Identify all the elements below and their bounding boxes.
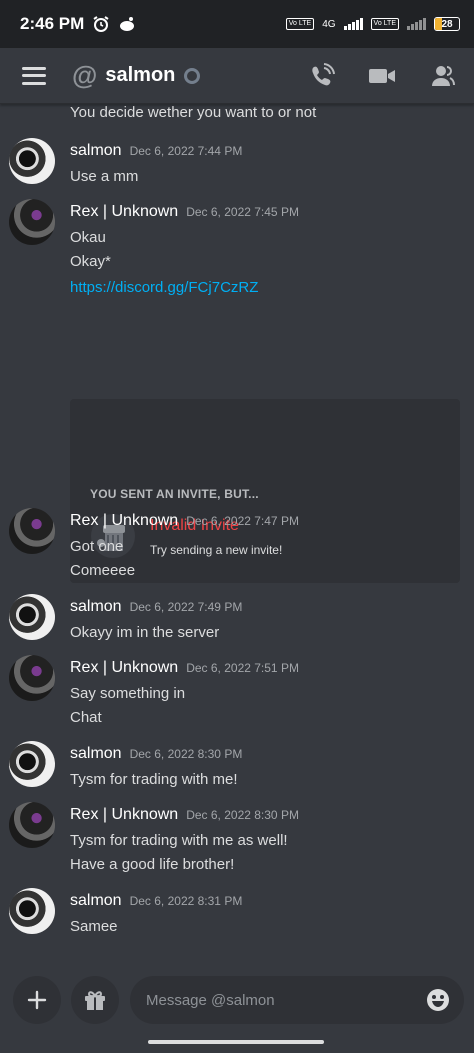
- avatar[interactable]: [9, 199, 55, 245]
- message-text: Comeeee: [70, 562, 136, 579]
- gift-icon: [85, 991, 105, 1010]
- message-text: Okayy im in the server: [70, 624, 220, 641]
- offline-status-icon: [184, 67, 201, 84]
- message-timestamp: Dec 6, 2022 8:30 PM: [129, 747, 243, 761]
- menu-icon[interactable]: [22, 66, 46, 85]
- message-text: Okau: [70, 229, 106, 246]
- author-name[interactable]: salmon: [70, 598, 122, 616]
- message-list[interactable]: You decide wether you want to or not sal…: [0, 104, 474, 968]
- author-name[interactable]: Rex | Unknown: [70, 203, 178, 221]
- battery-icon: 28: [434, 17, 460, 31]
- network-type: 4G: [322, 18, 336, 30]
- status-time: 2:46 PM: [20, 14, 85, 33]
- message-timestamp: Dec 6, 2022 7:49 PM: [129, 600, 243, 614]
- alarm-icon: [93, 16, 109, 32]
- author-name[interactable]: salmon: [70, 892, 122, 910]
- message-timestamp: Dec 6, 2022 7:45 PM: [186, 205, 299, 219]
- invite-embed[interactable]: YOU SENT AN INVITE, BUT... Invalid Invit…: [70, 399, 460, 583]
- message-text: Tysm for trading with me!: [70, 771, 238, 788]
- author-name[interactable]: salmon: [70, 142, 122, 160]
- volte-badge: Vo LTE: [285, 18, 315, 30]
- avatar[interactable]: [9, 741, 55, 787]
- avatar[interactable]: [9, 888, 55, 934]
- message-timestamp: Dec 6, 2022 7:44 PM: [129, 144, 243, 158]
- add-attachment-button[interactable]: [13, 976, 61, 1024]
- home-indicator: [148, 1040, 324, 1044]
- message-timestamp: Dec 6, 2022 7:47 PM: [186, 514, 299, 528]
- status-bar: 2:46 PM Vo LTE 4G Vo LTE 28: [0, 0, 474, 48]
- message-text: Have a good life brother!: [70, 856, 235, 873]
- avatar[interactable]: [9, 802, 55, 848]
- avatar[interactable]: [9, 655, 55, 701]
- members-icon[interactable]: [428, 62, 456, 90]
- author-name[interactable]: Rex | Unknown: [70, 806, 178, 824]
- gift-button[interactable]: [71, 976, 119, 1024]
- battery-level: 28: [441, 18, 453, 30]
- video-icon[interactable]: [368, 62, 396, 90]
- message-timestamp: Dec 6, 2022 8:30 PM: [186, 808, 299, 822]
- channel-title: salmon: [105, 64, 176, 86]
- plus-icon: [27, 990, 47, 1010]
- at-icon: @: [72, 60, 98, 90]
- message-text: Tysm for trading with me as well!: [70, 832, 288, 849]
- message-text: Chat: [70, 709, 102, 726]
- message-text: Samee: [70, 918, 118, 935]
- message-text: You decide wether you want to or not: [70, 104, 317, 121]
- message-text: Okay*: [70, 253, 111, 270]
- author-name[interactable]: salmon: [70, 745, 122, 763]
- composer: [0, 968, 474, 1053]
- signal-icon: [343, 18, 363, 30]
- volte-badge-2: Vo LTE: [370, 18, 399, 30]
- signal-icon-2: [407, 18, 426, 30]
- avatar[interactable]: [9, 138, 55, 184]
- message-text: Say something in: [70, 685, 186, 702]
- avatar[interactable]: [9, 594, 55, 640]
- channel-header: @ salmon: [0, 48, 474, 104]
- message-input-box[interactable]: [130, 976, 464, 1024]
- message-input[interactable]: [144, 990, 420, 1010]
- app-notification-icon: [120, 17, 135, 31]
- emoji-icon[interactable]: [426, 988, 450, 1012]
- invite-link[interactable]: https://discord.gg/FCj7CzRZ: [70, 279, 258, 296]
- message-text: Use a mm: [70, 168, 139, 185]
- message-timestamp: Dec 6, 2022 8:31 PM: [129, 894, 243, 908]
- author-name[interactable]: Rex | Unknown: [70, 659, 178, 677]
- message-timestamp: Dec 6, 2022 7:51 PM: [186, 661, 299, 675]
- author-name[interactable]: Rex | Unknown: [70, 512, 178, 530]
- invite-title: YOU SENT AN INVITE, BUT...: [90, 487, 259, 501]
- invite-subtitle: Try sending a new invite!: [150, 543, 283, 557]
- message-text: Got one: [70, 538, 124, 555]
- avatar[interactable]: [9, 508, 55, 554]
- call-icon[interactable]: [308, 62, 336, 90]
